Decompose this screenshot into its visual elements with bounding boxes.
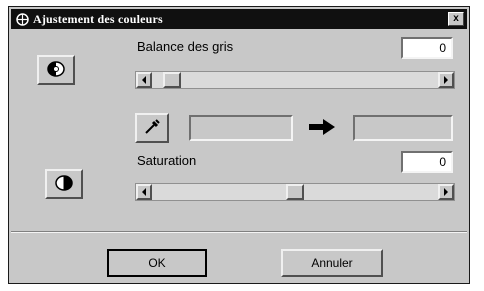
saturation-value: 0 [439, 155, 446, 169]
scroll-left-arrow[interactable] [136, 72, 152, 88]
close-icon: x [453, 13, 459, 24]
close-button[interactable]: x [448, 12, 464, 26]
target-color-swatch [353, 115, 453, 141]
arrow-right-icon [309, 119, 335, 138]
ok-button-label: OK [148, 256, 166, 270]
saturation-label-text: Saturation [137, 153, 197, 168]
gray-balance-label-text: Balance des gris [137, 39, 234, 54]
saturation-icon [54, 174, 74, 195]
saturation-button[interactable] [45, 169, 83, 199]
separator [11, 231, 467, 233]
saturation-label: Saturation [137, 153, 196, 168]
eyedropper-button[interactable] [135, 113, 169, 143]
saturation-value-field[interactable]: 0 [401, 151, 453, 173]
gray-balance-value-field[interactable]: 0 [401, 37, 453, 59]
scroll-right-arrow[interactable] [438, 184, 454, 200]
cancel-button[interactable]: Annuler [281, 249, 383, 277]
gray-balance-icon [46, 60, 66, 81]
saturation-slider-thumb[interactable] [286, 184, 304, 200]
gray-balance-value: 0 [439, 41, 446, 55]
cancel-button-label: Annuler [311, 256, 353, 270]
eyedropper-icon [143, 118, 161, 139]
gray-balance-label: Balance des gris [137, 39, 233, 54]
gray-balance-slider-thumb[interactable] [163, 72, 181, 88]
color-palette-icon [15, 12, 29, 26]
gray-balance-slider[interactable] [135, 71, 455, 89]
ok-button[interactable]: OK [107, 249, 207, 277]
scroll-right-arrow[interactable] [438, 72, 454, 88]
saturation-slider[interactable] [135, 183, 455, 201]
dialog-title: Ajustement des couleurs [33, 11, 163, 26]
gray-balance-button[interactable] [37, 55, 75, 85]
source-color-swatch [189, 115, 293, 141]
scroll-left-arrow[interactable] [136, 184, 152, 200]
color-adjust-dialog: Ajustement des couleurs x Balance des gr… [8, 6, 470, 284]
title-bar: Ajustement des couleurs x [11, 9, 467, 29]
